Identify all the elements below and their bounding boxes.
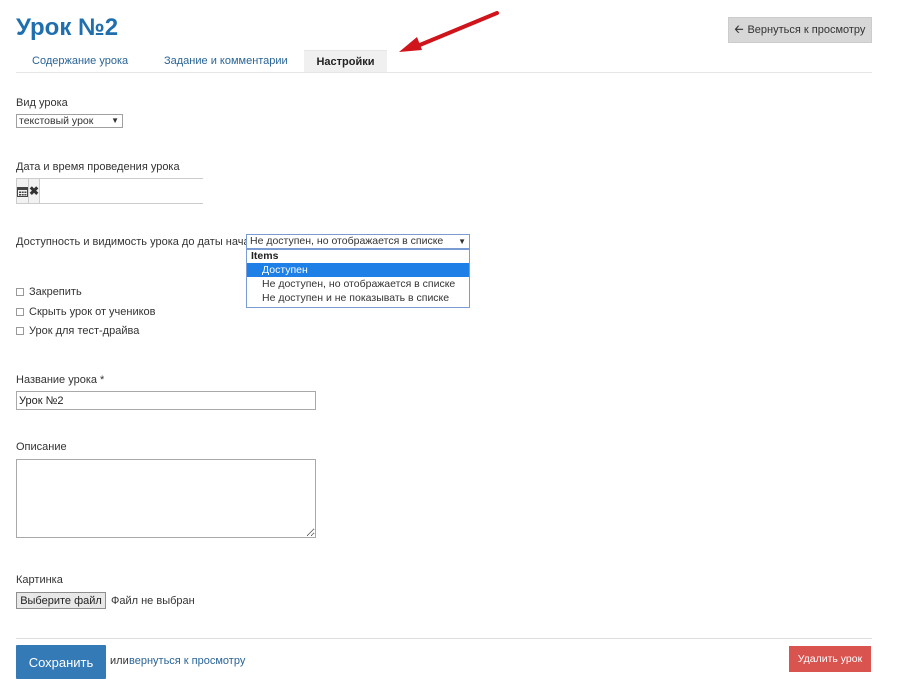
back-to-view-label: Вернуться к просмотру <box>747 24 866 36</box>
datetime-input[interactable] <box>40 179 222 203</box>
chevron-down-icon: ▼ <box>111 116 119 125</box>
dropdown-group-header: Items <box>251 250 279 262</box>
lesson-type-value: текстовый урок <box>19 115 94 127</box>
dropdown-option-unavailable-hidden[interactable]: Не доступен и не показывать в списке <box>247 291 469 305</box>
pin-checkbox-row: Закрепить <box>16 286 82 298</box>
arrow-left-icon: 🡠 <box>734 23 744 36</box>
delete-lesson-button[interactable]: Удалить урок <box>789 646 871 672</box>
dropdown-option-available[interactable]: Доступен <box>247 263 469 277</box>
test-drive-label: Урок для тест-драйва <box>29 325 140 337</box>
dropdown-option-unavailable-listed[interactable]: Не доступен, но отображается в списке <box>247 277 469 291</box>
description-label: Описание <box>16 441 67 453</box>
tab-lesson-content[interactable]: Содержание урока <box>32 50 128 72</box>
image-label: Картинка <box>16 574 63 586</box>
back-to-view-button[interactable]: 🡠 Вернуться к просмотру <box>728 17 872 43</box>
lesson-name-label: Название урока * <box>16 374 105 386</box>
hide-from-students-checkbox-row: Скрыть урок от учеников <box>16 306 156 318</box>
annotation-arrow-icon <box>399 11 499 52</box>
datetime-picker: ✖ <box>16 178 222 204</box>
tab-settings[interactable]: Настройки <box>304 50 387 73</box>
access-visibility-select[interactable]: Не доступен, но отображается в списке ▼ <box>246 234 470 249</box>
footer-divider <box>16 638 872 639</box>
description-textarea[interactable] <box>16 459 316 538</box>
calendar-icon <box>17 186 28 197</box>
access-visibility-label: Доступность и видимость урока до даты на… <box>16 236 263 248</box>
lesson-type-select[interactable]: текстовый урок ▼ <box>16 114 123 128</box>
test-drive-checkbox-row: Урок для тест-драйва <box>16 325 139 337</box>
pin-checkbox-label: Закрепить <box>29 286 82 298</box>
clear-date-button[interactable]: ✖ <box>29 179 41 203</box>
tab-assignment-comments[interactable]: Задание и комментарии <box>164 50 288 72</box>
or-text: или <box>110 655 129 667</box>
hide-from-students-checkbox[interactable] <box>16 308 24 316</box>
calendar-button[interactable] <box>17 179 29 203</box>
tabs-divider <box>16 72 872 73</box>
datetime-label: Дата и время проведения урока <box>16 161 180 173</box>
chevron-down-icon: ▼ <box>458 237 466 246</box>
save-button[interactable]: Сохранить <box>16 645 106 679</box>
pin-checkbox[interactable] <box>16 288 24 296</box>
access-visibility-value: Не доступен, но отображается в списке <box>250 235 444 247</box>
page-title: Урок №2 <box>16 14 119 41</box>
close-icon: ✖ <box>29 184 40 198</box>
file-status-text: Файл не выбран <box>111 595 195 607</box>
hide-from-students-label: Скрыть урок от учеников <box>29 306 156 318</box>
lesson-type-label: Вид урока <box>16 97 68 109</box>
access-dropdown-list: Items Доступен Не доступен, но отображае… <box>246 249 470 308</box>
back-to-view-link[interactable]: вернуться к просмотру <box>129 655 245 667</box>
choose-file-button[interactable]: Выберите файл <box>16 592 106 609</box>
lesson-name-input[interactable] <box>16 391 316 410</box>
test-drive-checkbox[interactable] <box>16 327 24 335</box>
